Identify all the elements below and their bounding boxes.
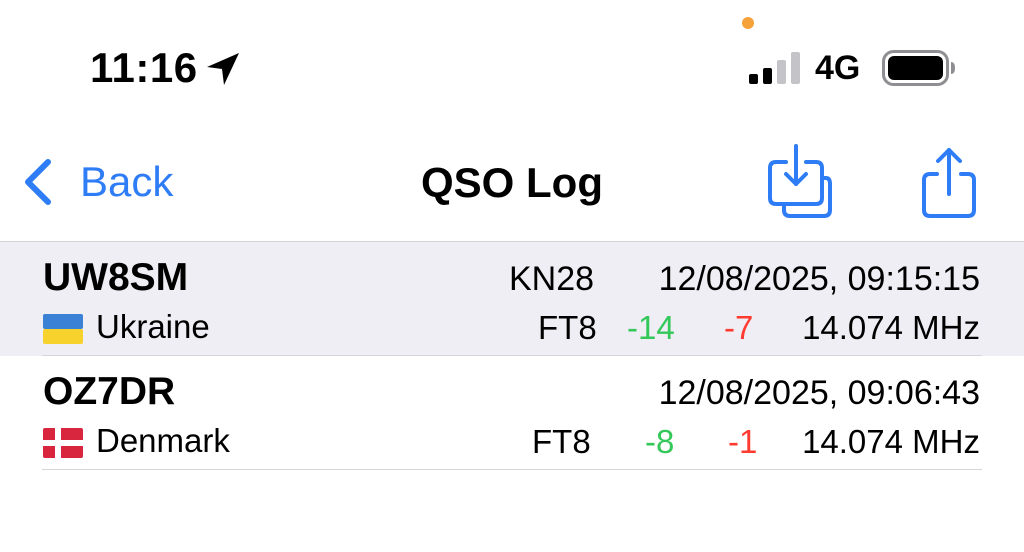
- callsign: OZ7DR: [43, 370, 176, 413]
- back-button[interactable]: Back: [20, 152, 173, 212]
- status-time: 11:16: [90, 44, 198, 91]
- snr-sent: -8: [645, 423, 675, 460]
- privacy-indicator-dot: [742, 17, 754, 29]
- snr-received: -7: [724, 309, 754, 346]
- flag-ukraine-icon: [43, 314, 83, 344]
- qso-row[interactable]: UW8SM KN28 12/08/2025, 09:15:15 Ukraine …: [0, 241, 1024, 356]
- snr-received: -1: [728, 423, 758, 460]
- qso-datetime: 12/08/2025, 09:15:15: [658, 260, 980, 298]
- frequency: 14.074 MHz: [802, 309, 980, 346]
- page-title: QSO Log: [421, 159, 603, 206]
- status-bar: 11:16 4G: [0, 0, 1024, 110]
- import-icon[interactable]: [764, 142, 836, 220]
- navigation-bar: Back QSO Log: [0, 130, 1024, 240]
- back-label: Back: [80, 158, 174, 205]
- flag-denmark-icon: [43, 428, 83, 458]
- battery-icon: [882, 50, 955, 86]
- qso-datetime: 12/08/2025, 09:06:43: [658, 374, 980, 412]
- mode: FT8: [532, 423, 591, 460]
- network-type-label: 4G: [815, 49, 861, 87]
- share-icon[interactable]: [918, 144, 980, 220]
- chevron-left-icon: [25, 159, 51, 205]
- country-name: Denmark: [96, 422, 230, 459]
- frequency: 14.074 MHz: [802, 423, 980, 460]
- cellular-signal-icon: [749, 52, 800, 84]
- qso-log-list: UW8SM KN28 12/08/2025, 09:15:15 Ukraine …: [0, 241, 1024, 470]
- row-divider: [42, 468, 982, 470]
- callsign: UW8SM: [43, 256, 189, 299]
- grid-locator: KN28: [509, 260, 595, 298]
- country-name: Ukraine: [96, 308, 210, 345]
- snr-sent: -14: [627, 309, 675, 346]
- qso-row[interactable]: OZ7DR 12/08/2025, 09:06:43 Denmark FT8 -…: [0, 356, 1024, 470]
- location-arrow-icon: [207, 53, 239, 85]
- mode: FT8: [538, 309, 597, 346]
